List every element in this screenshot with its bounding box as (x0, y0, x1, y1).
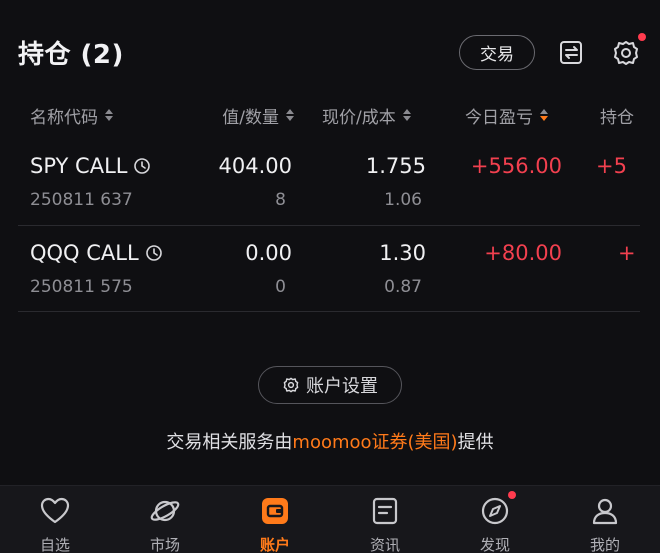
service-provider-text: 交易相关服务由moomoo证券(美国)提供 (0, 428, 660, 454)
position-code: 250811 637 (30, 190, 133, 210)
position-name: SPY CALL (30, 154, 151, 178)
tab-label: 资讯 (369, 536, 400, 553)
tab-market[interactable]: 市场 (110, 486, 220, 553)
tab-discover[interactable]: 发现 (440, 486, 550, 553)
sort-icon (286, 109, 294, 121)
account-settings-label: 账户设置 (306, 376, 378, 397)
position-name: QQQ CALL (30, 241, 163, 265)
market-value: 0.00 (245, 241, 292, 265)
column-label: 持仓 (600, 107, 634, 128)
position-pl: +5 (596, 154, 627, 178)
row-divider (18, 311, 640, 312)
planet-icon (150, 500, 180, 522)
heart-icon (40, 497, 70, 524)
sort-desc-icon (540, 109, 548, 121)
tab-watchlist[interactable]: 自选 (0, 486, 110, 553)
column-header-today-pl[interactable]: 今日盈亏 (465, 103, 548, 128)
column-label: 名称代码 (30, 107, 98, 128)
settings-gear-icon[interactable] (611, 38, 641, 68)
current-price: 1.755 (365, 154, 426, 178)
cost-price: 1.06 (384, 190, 422, 210)
transfer-icon[interactable] (557, 38, 587, 68)
quantity: 8 (275, 190, 286, 210)
position-row[interactable]: SPY CALL 250811 637 404.00 8 1.755 1.06 … (0, 140, 660, 226)
tab-me[interactable]: 我的 (550, 486, 660, 553)
wallet-icon (262, 498, 288, 524)
quantity: 0 (275, 277, 286, 297)
sort-icon (402, 109, 411, 121)
cost-price: 0.87 (384, 277, 422, 297)
symbol-text: SPY CALL (30, 154, 128, 178)
column-header-price-cost[interactable]: 现价/成本 (322, 103, 411, 128)
broker-link[interactable]: moomoo证券(美国) (292, 432, 457, 453)
notification-dot (638, 33, 646, 41)
row-divider (18, 225, 640, 226)
column-header-position-pl[interactable]: 持仓 (600, 103, 634, 128)
badge-dot (508, 491, 516, 499)
compass-icon (481, 497, 509, 525)
page-title: 持仓 (2) (18, 40, 124, 70)
service-prefix: 交易相关服务由 (166, 432, 293, 453)
sort-icon (105, 109, 113, 121)
column-label: 今日盈亏 (465, 107, 533, 128)
column-label: 现价/成本 (322, 107, 396, 128)
account-settings-button[interactable]: 账户设置 (258, 366, 402, 404)
current-price: 1.30 (379, 241, 426, 265)
bottom-tab-bar: 自选 市场 账户 资讯 发现 我的 (0, 485, 660, 553)
service-suffix: 提供 (457, 432, 494, 453)
news-icon (372, 497, 398, 525)
clock-icon (145, 245, 162, 261)
trade-button[interactable]: 交易 (459, 35, 535, 70)
tab-news[interactable]: 资讯 (330, 486, 440, 553)
column-header-name[interactable]: 名称代码 (30, 103, 113, 128)
position-code: 250811 575 (30, 277, 133, 297)
tab-account[interactable]: 账户 (220, 486, 330, 553)
clock-icon (134, 158, 151, 174)
tab-label: 市场 (149, 536, 180, 553)
positions-header: 持仓 (2) 交易 (0, 0, 660, 100)
column-header-value-qty[interactable]: 值/数量 (208, 103, 294, 127)
profile-icon (592, 498, 618, 525)
symbol-text: QQQ CALL (30, 241, 139, 265)
tab-label: 发现 (479, 536, 510, 553)
today-pl: +80.00 (484, 241, 562, 265)
tab-label: 我的 (589, 536, 620, 553)
market-value: 404.00 (218, 154, 292, 178)
position-row[interactable]: QQQ CALL 250811 575 0.00 0 1.30 0.87 +80… (0, 227, 660, 313)
tab-label: 自选 (39, 536, 70, 553)
tab-label: 账户 (259, 536, 290, 553)
today-pl: +556.00 (470, 154, 562, 178)
gear-icon (283, 377, 299, 393)
column-label: 值/数量 (222, 107, 279, 128)
position-pl: + (618, 241, 636, 265)
